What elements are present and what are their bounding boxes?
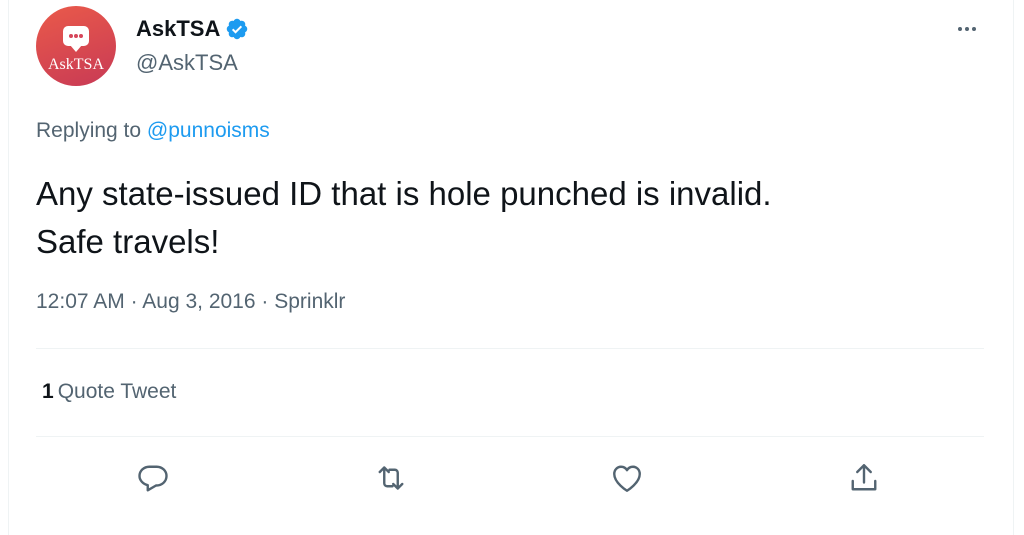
- tweet-time[interactable]: 12:07 AM: [36, 290, 125, 313]
- action-bar: [0, 456, 1024, 504]
- tweet-meta: 12:07 AM · Aug 3, 2016 · Sprinklr: [36, 290, 345, 314]
- tweet-text: Any state-issued ID that is hole punched…: [36, 175, 772, 260]
- reply-button[interactable]: [131, 456, 175, 500]
- divider: [36, 348, 984, 349]
- replying-to: Replying to @punnoisms: [36, 119, 270, 143]
- divider: [36, 436, 984, 437]
- reply-icon: [138, 465, 168, 492]
- more-options-button[interactable]: [949, 14, 985, 44]
- tweet-card: [8, 0, 1014, 535]
- quote-label: Quote Tweet: [57, 380, 177, 403]
- display-name[interactable]: AskTSA: [136, 16, 220, 42]
- retweet-button[interactable]: [369, 456, 413, 500]
- like-button[interactable]: [605, 456, 649, 500]
- mention-link[interactable]: @punnoisms: [147, 119, 270, 142]
- verified-badge-icon: [227, 18, 248, 40]
- quote-tweets-link[interactable]: 1 Quote Tweet: [42, 380, 176, 404]
- tweet-date[interactable]: Aug 3, 2016: [142, 290, 255, 313]
- meta-separator: ·: [261, 290, 269, 313]
- author-handle[interactable]: @AskTSA: [136, 50, 238, 76]
- tweet-source[interactable]: Sprinklr: [274, 290, 345, 313]
- retweet-icon: [378, 466, 404, 490]
- avatar[interactable]: AskTSA: [36, 6, 116, 86]
- replying-to-label: Replying to: [36, 119, 142, 142]
- share-button[interactable]: [842, 456, 886, 500]
- share-icon: [851, 464, 877, 491]
- quote-count: 1: [42, 380, 54, 403]
- author-name-row[interactable]: AskTSA: [136, 14, 249, 44]
- chat-dots: [69, 34, 83, 38]
- avatar-logo-text: AskTSA: [47, 56, 104, 73]
- more-icon: [958, 27, 976, 31]
- like-icon: [613, 465, 641, 492]
- meta-separator: ·: [130, 290, 138, 313]
